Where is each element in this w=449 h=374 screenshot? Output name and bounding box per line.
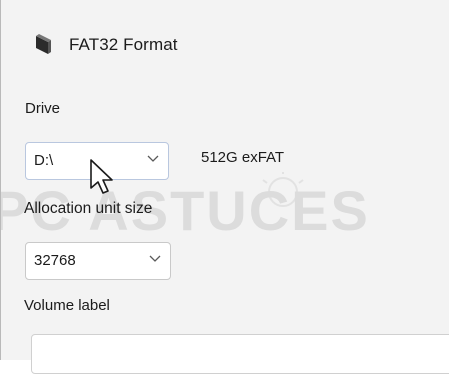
window-title: FAT32 Format [69,35,178,54]
volume-label-label: Volume label [24,297,110,314]
chevron-down-icon [147,155,159,162]
title-bar: FAT32 Format [1,0,449,84]
chevron-down-icon [149,255,161,262]
mouse-cursor-icon [90,159,113,194]
drive-info: 512G exFAT [201,149,285,166]
allocation-unit-size-label: Allocation unit size [24,200,153,217]
drive-label: Drive [25,100,61,117]
volume-label-input[interactable] [31,334,449,374]
allocation-unit-size-select[interactable]: 32768 [25,242,171,280]
allocation-select-value: 32768 [34,252,76,269]
app-icon [36,34,51,54]
fat32-format-window: FAT32 Format PC ASTUCES Drive D:\ 512G e… [0,0,449,374]
drive-select-value: D:\ [34,152,54,169]
